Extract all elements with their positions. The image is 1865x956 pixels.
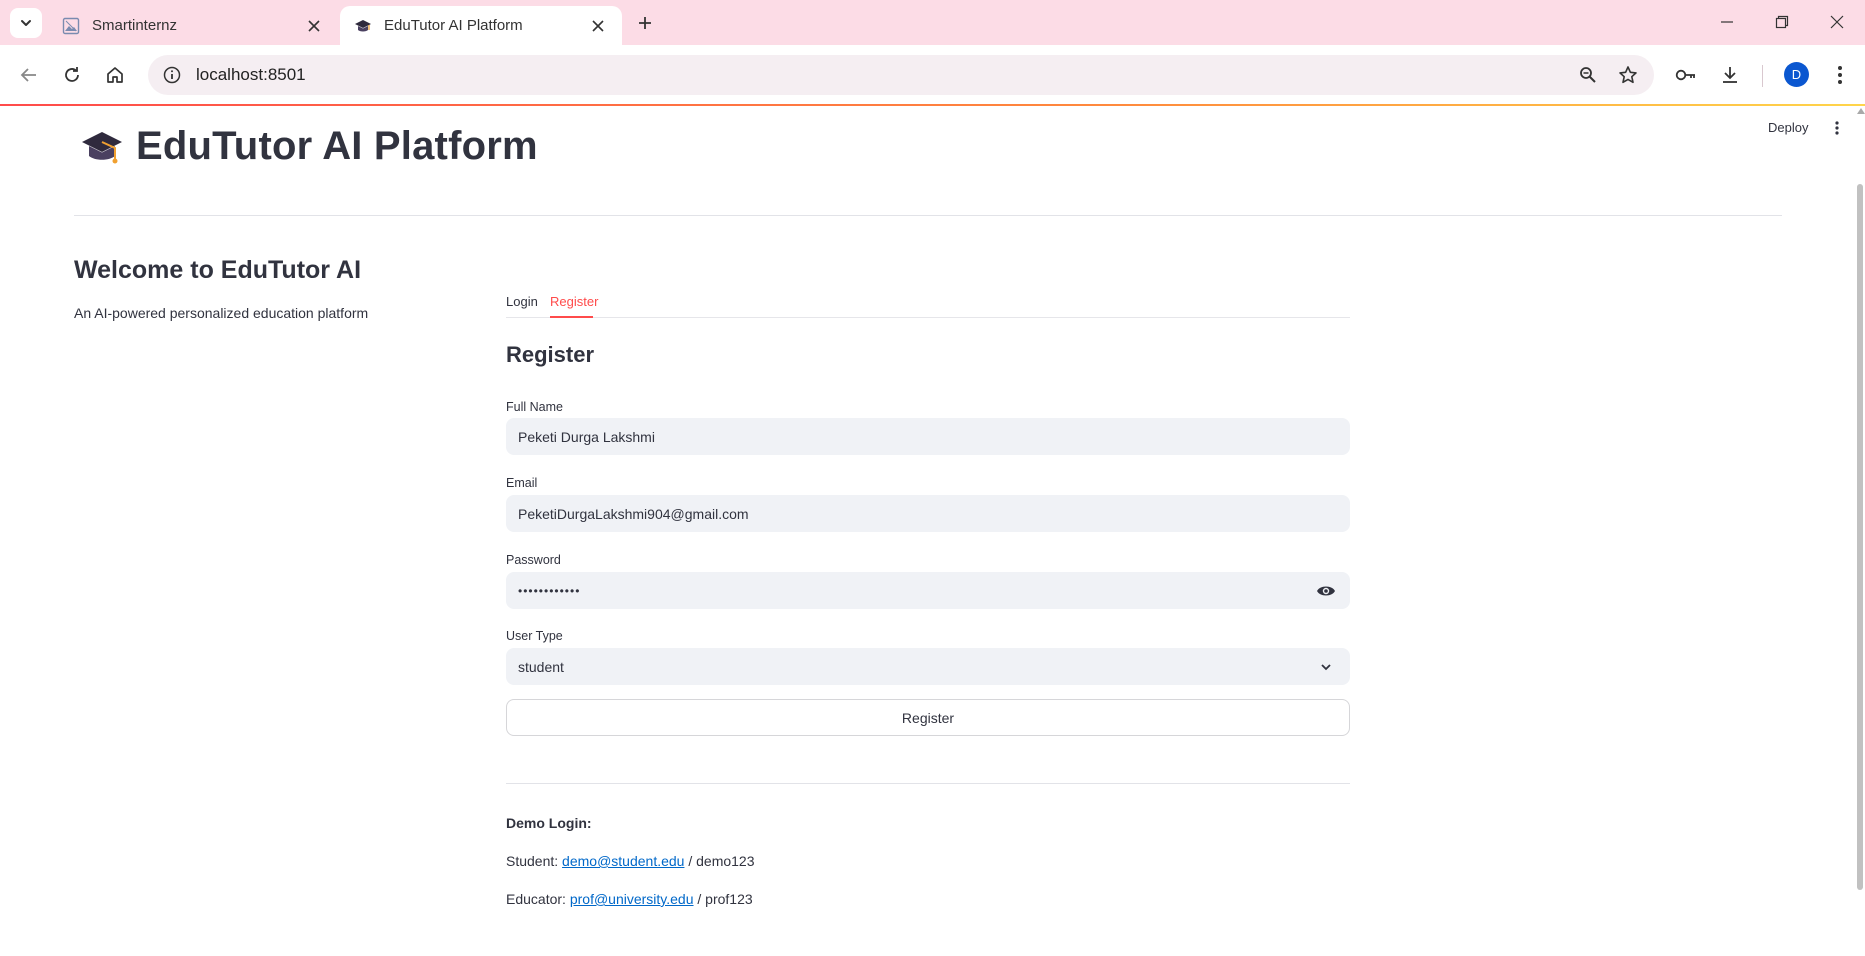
close-window-button[interactable] bbox=[1812, 6, 1862, 38]
plus-icon bbox=[639, 17, 651, 29]
app-header: EduTutor AI Platform bbox=[80, 124, 538, 169]
user-type-select[interactable]: student bbox=[506, 648, 1350, 685]
demo-student-line: Student: demo@student.edu / demo123 bbox=[506, 853, 755, 869]
register-button[interactable]: Register bbox=[506, 699, 1350, 736]
restore-icon bbox=[1775, 15, 1789, 29]
toolbar-separator bbox=[1762, 65, 1763, 87]
student-email-link[interactable]: demo@student.edu bbox=[562, 853, 684, 869]
tab-search-button[interactable] bbox=[10, 8, 42, 38]
password-field[interactable]: •••••••••••• bbox=[506, 572, 1350, 609]
tab-register[interactable]: Register bbox=[550, 294, 598, 309]
downloads-button[interactable] bbox=[1714, 60, 1746, 90]
tab-title: EduTutor AI Platform bbox=[384, 17, 523, 34]
home-icon bbox=[107, 67, 123, 83]
student-prefix: Student: bbox=[506, 853, 559, 869]
profile-avatar[interactable]: D bbox=[1784, 62, 1809, 87]
arrow-left-icon bbox=[20, 68, 36, 82]
home-button[interactable] bbox=[100, 60, 130, 90]
chevron-down-icon bbox=[1314, 655, 1338, 679]
full-name-label: Full Name bbox=[506, 400, 563, 414]
minimize-icon bbox=[1721, 21, 1733, 23]
back-button[interactable] bbox=[14, 60, 44, 90]
full-name-field[interactable]: Peketi Durga Lakshmi bbox=[506, 418, 1350, 455]
site-info-icon[interactable] bbox=[152, 55, 192, 95]
user-type-label: User Type bbox=[506, 629, 563, 643]
restore-button[interactable] bbox=[1757, 6, 1807, 38]
welcome-heading: Welcome to EduTutor AI bbox=[74, 256, 362, 284]
reload-icon bbox=[65, 67, 79, 82]
app-viewport: Deploy EduTutor AI Platform Welcome to E… bbox=[0, 106, 1865, 956]
email-label: Email bbox=[506, 476, 538, 490]
student-password: / demo123 bbox=[688, 853, 755, 869]
new-tab-button[interactable] bbox=[632, 10, 658, 36]
close-icon bbox=[1830, 15, 1844, 29]
url-text: localhost:8501 bbox=[196, 65, 306, 84]
tab-smartinternz[interactable]: Smartinternz bbox=[48, 6, 338, 45]
browser-menu-button[interactable] bbox=[1824, 60, 1856, 90]
tagline: An AI-powered personalized education pla… bbox=[74, 305, 369, 321]
email-field[interactable]: PeketiDurgaLakshmi904@gmail.com bbox=[506, 495, 1350, 532]
header-divider bbox=[74, 215, 1782, 216]
full-name-value: Peketi Durga Lakshmi bbox=[518, 428, 655, 445]
eye-icon[interactable] bbox=[1314, 579, 1338, 603]
educator-password: / prof123 bbox=[697, 891, 753, 907]
app-menu-button[interactable] bbox=[1830, 118, 1844, 138]
active-tab-indicator bbox=[550, 316, 593, 318]
page-title: EduTutor AI Platform bbox=[136, 124, 538, 168]
graduation-cap-icon bbox=[82, 131, 122, 163]
user-type-value: student bbox=[518, 658, 564, 675]
password-label: Password bbox=[506, 553, 561, 567]
address-bar[interactable]: localhost:8501 bbox=[148, 55, 1654, 95]
minimize-button[interactable] bbox=[1702, 6, 1752, 38]
image-favicon-icon bbox=[62, 17, 80, 35]
browser-toolbar: localhost:8501 D bbox=[0, 45, 1865, 105]
password-value: •••••••••••• bbox=[518, 583, 581, 598]
auth-tabs: Login Register bbox=[506, 286, 1350, 318]
download-icon bbox=[1723, 67, 1737, 83]
graduation-cap-favicon-icon bbox=[354, 17, 372, 35]
browser-tabstrip: Smartinternz EduTutor AI Platform bbox=[0, 0, 1865, 45]
tab-title: Smartinternz bbox=[92, 17, 178, 34]
more-vertical-icon bbox=[1835, 121, 1839, 135]
auth-panel: Login Register Register Full Name Peketi… bbox=[506, 286, 1350, 907]
passwords-button[interactable] bbox=[1670, 60, 1702, 90]
chevron-down-icon bbox=[21, 20, 31, 26]
demo-heading: Demo Login: bbox=[506, 815, 592, 831]
educator-email-link[interactable]: prof@university.edu bbox=[570, 891, 694, 907]
tab-edututor[interactable]: EduTutor AI Platform bbox=[340, 6, 622, 45]
deploy-button[interactable]: Deploy bbox=[1768, 120, 1808, 135]
scroll-up-arrow-icon[interactable] bbox=[1857, 108, 1865, 114]
form-divider bbox=[506, 783, 1350, 784]
reload-button[interactable] bbox=[57, 60, 87, 90]
bookmark-star-icon[interactable] bbox=[1608, 55, 1648, 95]
email-value: PeketiDurgaLakshmi904@gmail.com bbox=[518, 505, 749, 522]
close-tab-icon[interactable] bbox=[304, 16, 324, 36]
form-title: Register bbox=[506, 342, 595, 367]
close-tab-icon[interactable] bbox=[588, 16, 608, 36]
key-icon bbox=[1675, 69, 1695, 81]
zoom-icon[interactable] bbox=[1568, 55, 1608, 95]
demo-heading-text: Demo Login: bbox=[506, 815, 592, 831]
scrollbar-thumb[interactable] bbox=[1857, 184, 1863, 890]
educator-prefix: Educator: bbox=[506, 891, 566, 907]
demo-educator-line: Educator: prof@university.edu / prof123 bbox=[506, 891, 753, 907]
tab-login[interactable]: Login bbox=[506, 294, 538, 309]
more-vertical-icon bbox=[1838, 66, 1842, 84]
